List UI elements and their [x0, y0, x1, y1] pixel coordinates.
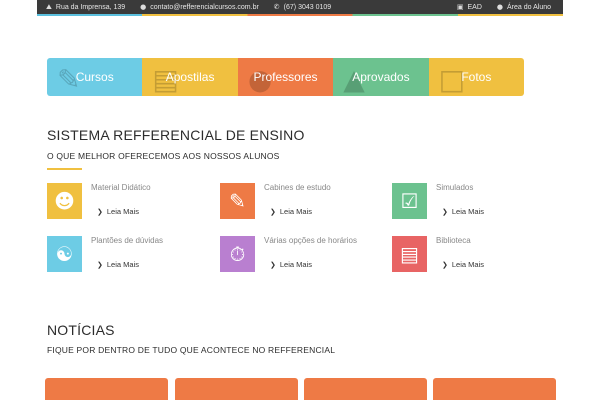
news-subtitle: FIQUE POR DENTRO DE TUDO QUE ACONTECE NO…	[47, 345, 336, 355]
tab-label: Professores	[253, 70, 318, 84]
phone-text[interactable]: (67) 3043 0109	[284, 4, 331, 11]
address-info: ⛰ Rua da Imprensa, 139	[46, 3, 125, 12]
student-area-link[interactable]: ● Área do Aluno	[497, 3, 551, 11]
title-underline	[47, 168, 82, 170]
color-stripe	[37, 14, 563, 16]
book-icon: ▤	[392, 236, 427, 272]
chat-icon: ☯	[47, 236, 82, 272]
lock-icon: ●	[496, 3, 504, 11]
tab-cursos[interactable]: ✎ Cursos	[47, 58, 143, 96]
news-card[interactable]	[304, 378, 427, 400]
tab-fotos[interactable]: □ Fotos	[428, 58, 524, 96]
category-tabs: ✎ Cursos ▤ Apostilas ● Professores ▲ Apr…	[47, 58, 524, 96]
tab-label: Aprovados	[352, 70, 410, 84]
ead-link[interactable]: ▣ EAD	[457, 3, 482, 11]
feature-simulados: ☑ Simulados ❯ Leia Mais	[392, 183, 552, 219]
feature-horarios: ⏱ Várias opções de horários ❯ Leia Mais	[220, 236, 380, 272]
chevron-right-icon: ❯	[97, 260, 103, 269]
phone-info[interactable]: ✆ (67) 3043 0109	[274, 3, 331, 11]
feature-title: Várias opções de horários	[264, 236, 357, 245]
read-more-link[interactable]: ❯ Leia Mais	[270, 207, 312, 216]
stopwatch-icon: ⏱	[220, 236, 255, 272]
feature-material: ☻ Material Didático ❯ Leia Mais	[47, 183, 207, 219]
globe-icon: ●	[140, 3, 147, 11]
read-more-label: Leia Mais	[451, 260, 484, 269]
read-more-link[interactable]: ❯ Leia Mais	[97, 207, 139, 216]
read-more-label: Leia Mais	[279, 260, 312, 269]
tab-label: Cursos	[75, 70, 114, 84]
address-text: Rua da Imprensa, 139	[55, 3, 126, 11]
read-more-label: Leia Mais	[106, 260, 139, 269]
news-card[interactable]	[433, 378, 556, 400]
email-text[interactable]: contato@refferencialcursos.com.br	[150, 4, 259, 11]
pencil-icon: ✎	[220, 183, 255, 219]
group-icon: ☻	[47, 183, 82, 219]
read-more-label: Leia Mais	[451, 207, 484, 216]
student-area-text[interactable]: Área do Aluno	[507, 4, 551, 11]
tab-label: Fotos	[461, 70, 492, 84]
feature-title: Cabines de estudo	[264, 183, 331, 192]
feature-title: Material Didático	[91, 183, 151, 192]
ead-text[interactable]: EAD	[468, 4, 482, 11]
feature-plantoes: ☯ Plantões de dúvidas ❯ Leia Mais	[47, 236, 207, 272]
read-more-link[interactable]: ❯ Leia Mais	[442, 207, 484, 216]
checkbox-icon: ☑	[392, 183, 427, 219]
tab-professores[interactable]: ● Professores	[237, 58, 334, 96]
read-more-link[interactable]: ❯ Leia Mais	[97, 260, 139, 269]
tab-apostilas[interactable]: ▤ Apostilas	[142, 58, 238, 96]
car-icon: ⛰	[46, 2, 52, 11]
desktop-icon: ▣	[456, 3, 464, 11]
news-title: NOTÍCIAS	[47, 322, 115, 338]
news-card[interactable]	[45, 378, 168, 400]
tab-label: Apostilas	[165, 70, 215, 84]
section-subtitle: O QUE MELHOR OFERECEMOS AOS NOSSOS ALUNO…	[47, 151, 280, 161]
feature-biblioteca: ▤ Biblioteca ❯ Leia Mais	[392, 236, 552, 272]
read-more-label: Leia Mais	[106, 207, 139, 216]
phone-icon: ✆	[273, 3, 280, 11]
chevron-right-icon: ❯	[442, 207, 448, 216]
read-more-link[interactable]: ❯ Leia Mais	[270, 260, 312, 269]
chevron-right-icon: ❯	[270, 260, 276, 269]
read-more-link[interactable]: ❯ Leia Mais	[442, 260, 484, 269]
read-more-label: Leia Mais	[279, 207, 312, 216]
section-title: SISTEMA REFFERENCIAL DE ENSINO	[47, 127, 305, 143]
chevron-right-icon: ❯	[442, 260, 448, 269]
chevron-right-icon: ❯	[97, 207, 103, 216]
email-info[interactable]: ● contato@refferencialcursos.com.br	[140, 3, 259, 11]
top-bar: ⛰ Rua da Imprensa, 139 ● contato@reffere…	[37, 0, 563, 16]
feature-title: Plantões de dúvidas	[91, 236, 164, 245]
feature-title: Simulados	[436, 183, 474, 192]
news-card[interactable]	[175, 378, 298, 400]
chevron-right-icon: ❯	[270, 207, 276, 216]
feature-cabines: ✎ Cabines de estudo ❯ Leia Mais	[220, 183, 380, 219]
tab-aprovados[interactable]: ▲ Aprovados	[333, 58, 429, 96]
feature-title: Biblioteca	[436, 236, 471, 245]
